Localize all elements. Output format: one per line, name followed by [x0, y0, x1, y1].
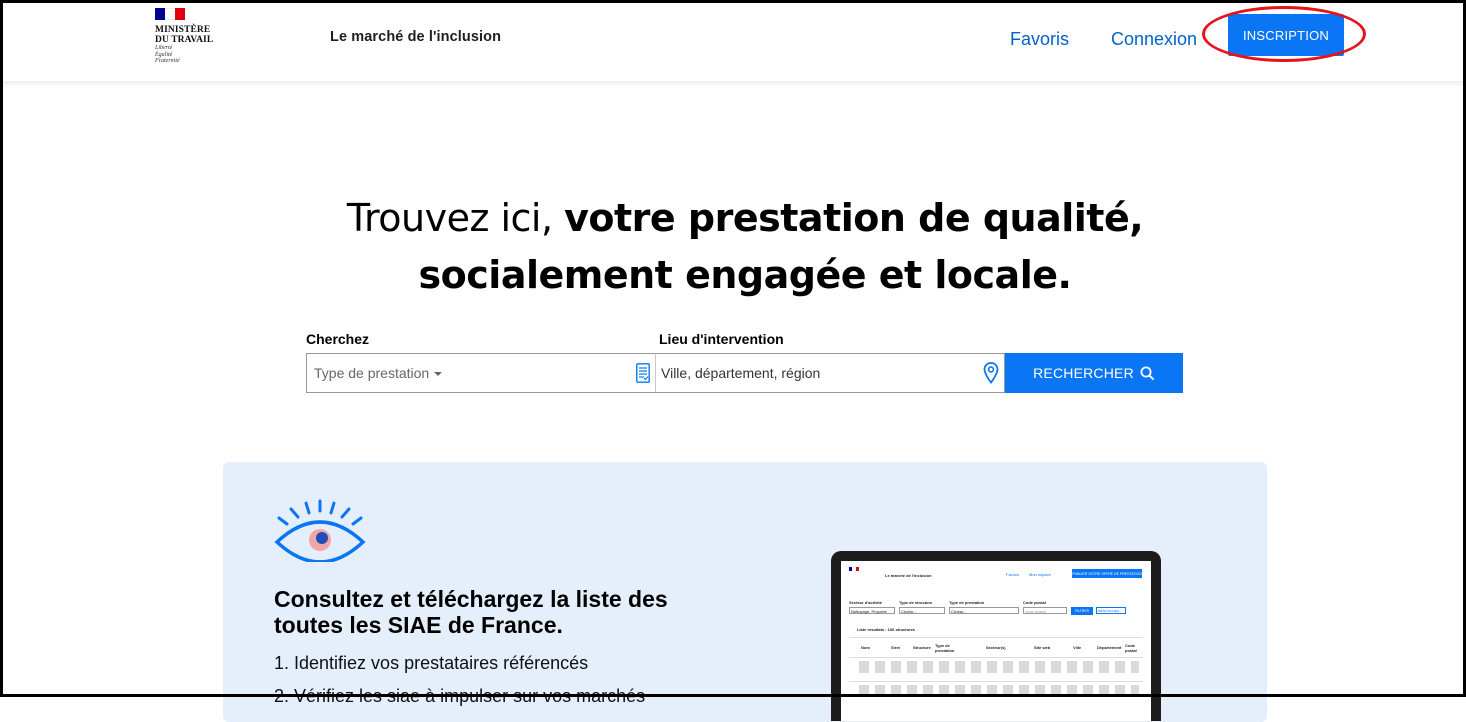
site-name[interactable]: Le marché de l'inclusion — [330, 29, 501, 45]
mini-divider — [849, 681, 1143, 682]
type-prestation-select[interactable]: Type de prestation — [306, 353, 656, 393]
mini-table-row — [859, 685, 1139, 697]
mini-col-structure: Structure — [913, 645, 931, 650]
card-title: Consultez et téléchargez la liste des to… — [274, 586, 668, 638]
highlight-circle — [1202, 6, 1366, 62]
mini-filter-button: FILTRER — [1071, 607, 1093, 615]
mini-nav-account: Mon espace — [1029, 572, 1051, 577]
card-step-1: 1. Identifiez vos prestataires référencé… — [274, 653, 589, 673]
location-pin-icon — [983, 362, 999, 384]
nav-connexion-link[interactable]: Connexion — [1111, 29, 1197, 50]
mini-filter-label-4: Code postal — [1023, 600, 1046, 605]
mini-nav-favoris: Favoris — [1006, 572, 1020, 577]
lieu-label: Lieu d'intervention — [659, 331, 784, 347]
mini-filter-select-3: Choisir... — [949, 607, 1019, 614]
mini-cta-button: PUBLIER VOTRE OFFRE DE PRESTATION — [1072, 569, 1142, 578]
mini-col-departement: Département — [1097, 645, 1122, 650]
mini-flag-icon — [849, 567, 859, 571]
rechercher-label: RECHERCHER — [1033, 365, 1134, 381]
logo-line-1: MINISTÈRE — [155, 25, 211, 35]
mini-divider — [849, 637, 1143, 638]
mini-col-type: Type de prestation — [935, 643, 955, 653]
flag-icon — [155, 8, 185, 20]
hero-title: Trouvez ici, votre prestation de qualité… — [0, 190, 1466, 304]
mini-col-secteurs: Secteur(s) — [986, 645, 1006, 650]
mini-divider — [849, 657, 1143, 658]
mini-list-title: Liste résultats : 106 structures — [857, 627, 916, 632]
mini-col-site: Site web — [1034, 645, 1051, 650]
search-label: Cherchez — [306, 331, 370, 347]
mini-reset-button: RÉINITIALISER — [1096, 607, 1126, 614]
hero-title-bold-2: socialement engagée et locale. — [418, 253, 1072, 297]
site-header: MINISTÈRE DU TRAVAIL Liberté Égalité Fra… — [0, 0, 1466, 81]
mini-col-ville: Ville — [1073, 645, 1082, 650]
mini-filter-select-2: Choisir... — [899, 607, 945, 614]
eye-icon — [274, 499, 366, 562]
rechercher-button[interactable]: RECHERCHER — [1005, 353, 1183, 393]
logo-motto-3: Fraternité — [155, 58, 180, 64]
mini-filter-label-1: Secteur d'activité — [849, 600, 882, 605]
logo-line-2: DU TRAVAIL — [155, 35, 214, 45]
document-list-icon — [636, 363, 650, 383]
lieu-placeholder: Ville, département, région — [661, 365, 821, 381]
nav-favoris-link[interactable]: Favoris — [1010, 29, 1069, 50]
laptop-preview-image: Le marché de l'inclusion Favoris Mon esp… — [831, 551, 1161, 721]
search-icon — [1140, 366, 1155, 380]
mini-filter-select-4: code postal — [1023, 607, 1067, 614]
mini-filter-label-3: Type de prestation — [949, 600, 985, 605]
hero-title-bold-1: votre prestation de qualité, — [564, 196, 1144, 240]
chevron-down-icon — [434, 372, 443, 377]
lieu-intervention-field[interactable]: Ville, département, région — [655, 353, 1005, 393]
mini-col-code: Code postal — [1125, 643, 1137, 653]
mini-filter-select-1: Nettoyage, Propreté — [849, 607, 895, 614]
mini-table-row — [859, 661, 1139, 673]
mini-col-siret: Siret — [891, 645, 900, 650]
type-prestation-placeholder: Type de prestation — [314, 365, 443, 381]
mini-site-name: Le marché de l'inclusion — [885, 573, 932, 578]
mini-filter-label-2: Type de structure — [899, 600, 933, 605]
hero-title-light: Trouvez ici, — [346, 196, 565, 240]
mini-col-nom: Nom — [861, 645, 870, 650]
laptop-screen: Le marché de l'inclusion Favoris Mon esp… — [841, 561, 1151, 721]
ministere-logo[interactable]: MINISTÈRE DU TRAVAIL Liberté Égalité Fra… — [155, 8, 235, 72]
